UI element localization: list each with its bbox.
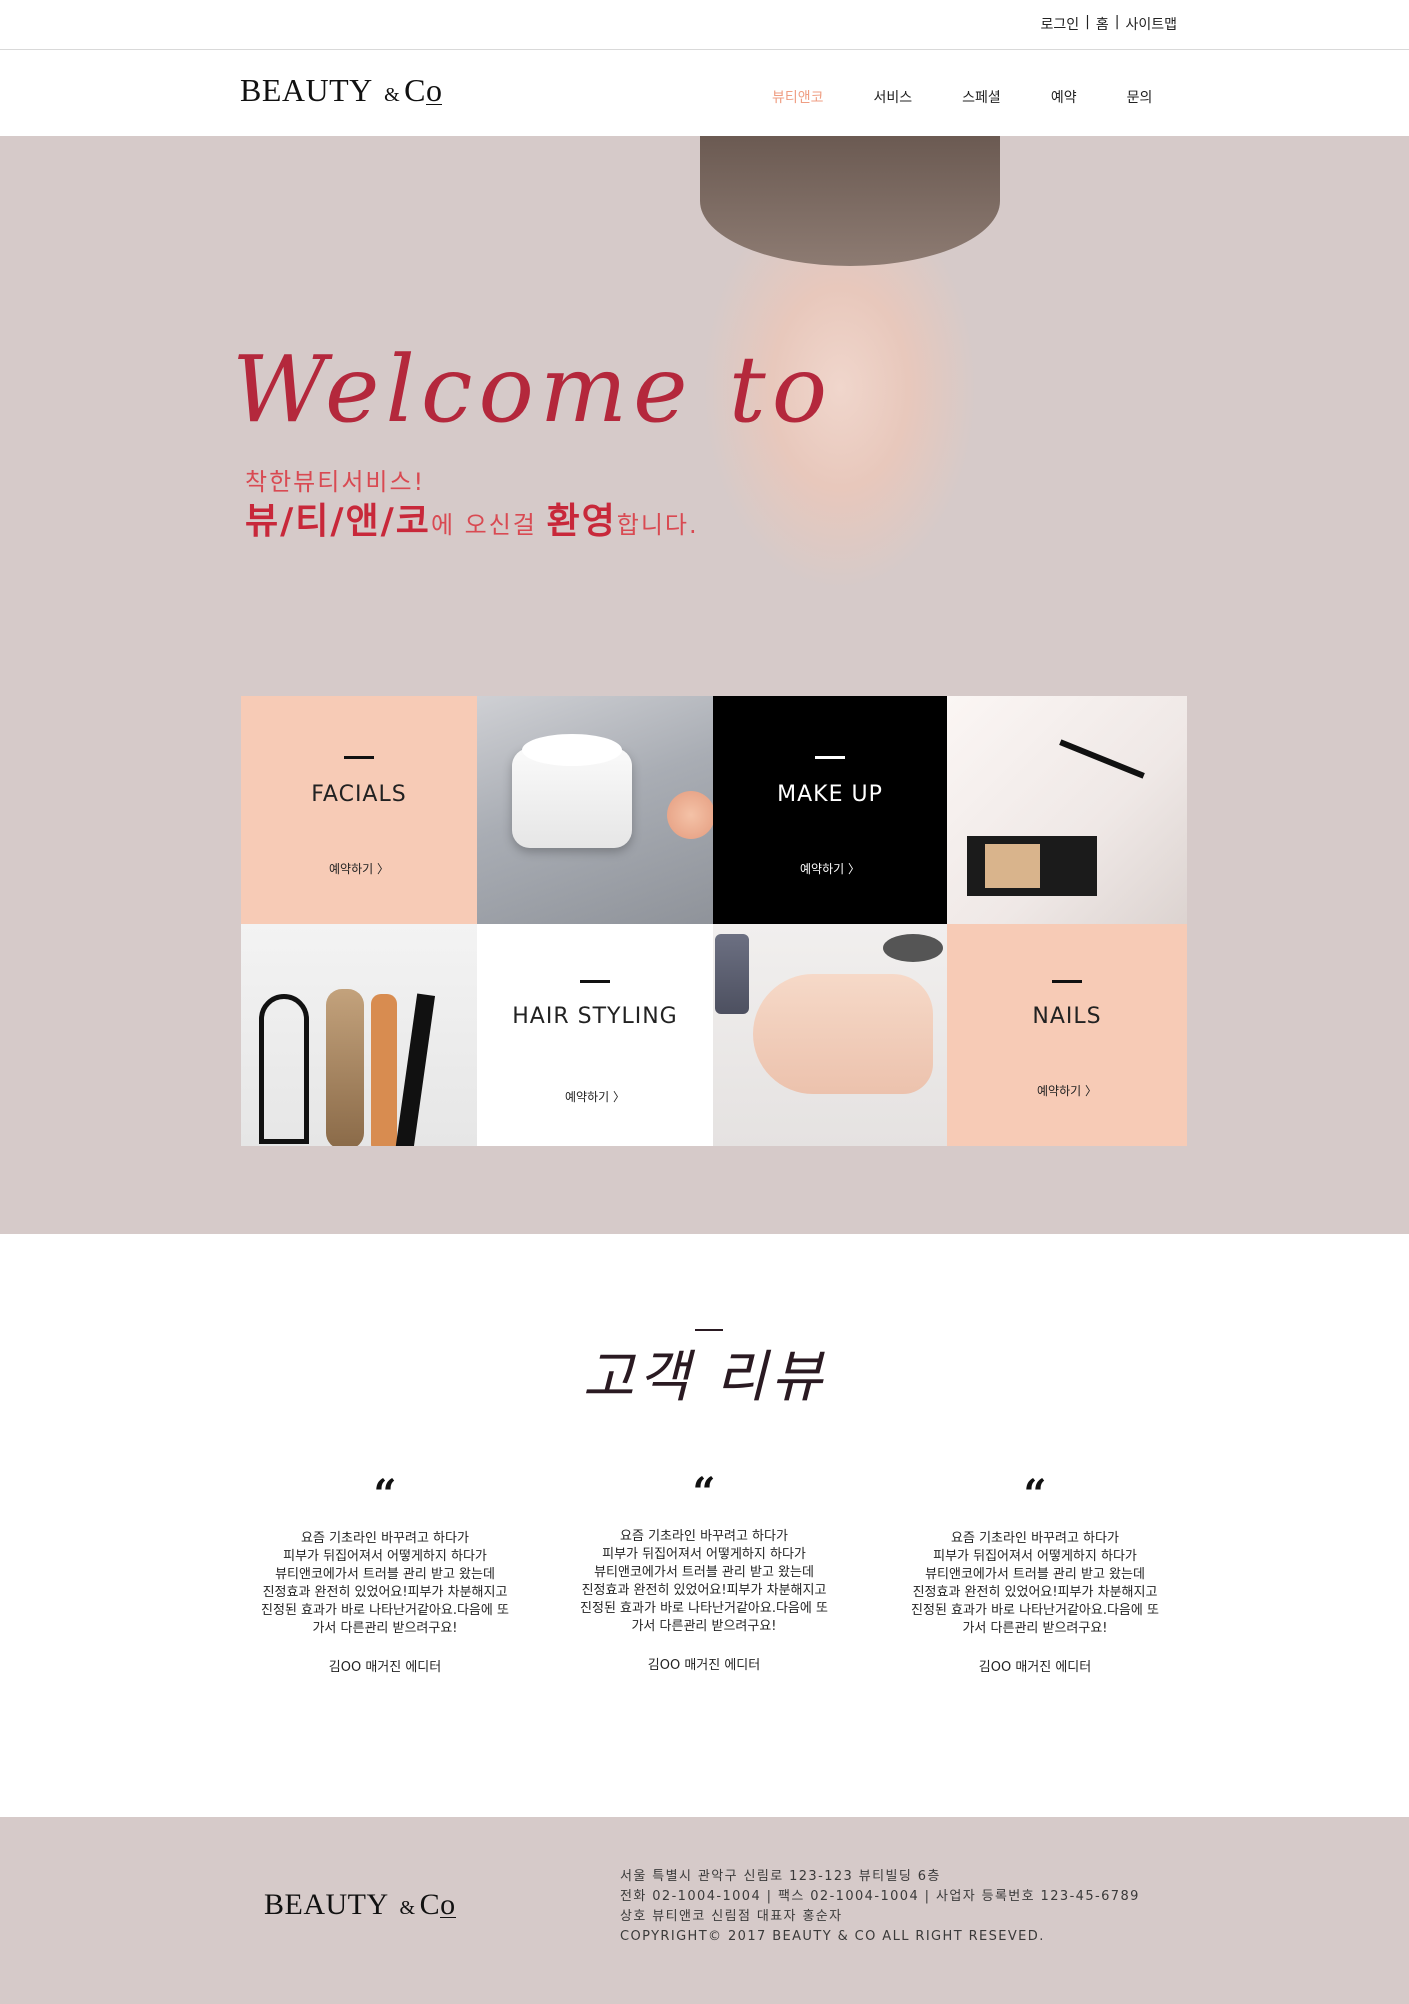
footer-contact: 전화 02-1004-1004 | 팩스 02-1004-1004 | 사업자 … (620, 1889, 1140, 1904)
service-title: NAILS (1032, 1004, 1102, 1029)
service-title: FACIALS (311, 782, 407, 807)
tile-dash (580, 980, 610, 983)
nav-item-inquiry[interactable]: 문의 (1127, 87, 1153, 107)
review-author: 김OO 매거진 에디터 (978, 1660, 1092, 1675)
tile-dash (815, 756, 845, 759)
cream-jar-top (522, 734, 622, 766)
separator: | (1085, 14, 1090, 30)
hero-tagline-end: 합니다. (616, 511, 699, 539)
quote-icon: “ (1023, 1471, 1047, 1518)
quote-icon: “ (373, 1471, 397, 1518)
hero-welcome-script: Welcome to (232, 336, 834, 443)
tile-dash (1052, 980, 1082, 983)
footer-info: 서울 특별시 관악구 신림로 123-123 뷰티빌딩 6층 전화 02-100… (620, 1867, 1140, 1947)
review-card: “ 요즘 기초라인 바꾸려고 하다가 피부가 뒤집어져서 어떻게하지 하다가 뷰… (885, 1460, 1185, 1675)
manicure-photo (713, 924, 947, 1146)
main-nav: 뷰티앤코 서비스 스페셜 예약 문의 (772, 87, 1202, 107)
palette-pan (985, 844, 1040, 888)
hair-tools-photo (241, 924, 477, 1146)
hero-model-hair (700, 136, 1000, 266)
review-text: 요즘 기초라인 바꾸려고 하다가 피부가 뒤집어져서 어떻게하지 하다가 뷰티앤… (261, 1531, 509, 1636)
sitemap-link[interactable]: 사이트맵 (1125, 14, 1177, 34)
logo-amp: & (399, 1897, 416, 1919)
site-header: BEAUTY & Co 뷰티앤코 서비스 스페셜 예약 문의 (0, 50, 1409, 136)
review-author: 김OO 매거진 에디터 (647, 1658, 761, 1673)
spa-stone (883, 934, 943, 962)
logo-o: o (425, 72, 443, 108)
footer-company: 상호 뷰티앤코 신림점 대표자 홍순자 (620, 1909, 843, 1924)
reserve-link[interactable]: 예약하기 〉 (477, 1088, 713, 1105)
logo-amp: & (384, 84, 401, 106)
hairspray-can (326, 989, 364, 1146)
utility-links: 로그인 | 홈 | 사이트맵 (1041, 14, 1178, 34)
logo-c: C (404, 72, 426, 108)
reviews-title: 고객 리뷰 (582, 1345, 827, 1410)
nav-item-services[interactable]: 서비스 (874, 87, 913, 107)
dye-brush (394, 993, 436, 1146)
scissors (259, 994, 309, 1144)
logo-c: C (419, 1888, 441, 1921)
service-title: MAKE UP (777, 782, 883, 807)
makeup-products-photo (947, 696, 1187, 924)
review-card: “ 요즘 기초라인 바꾸려고 하다가 피부가 뒤집어져서 어떻게하지 하다가 뷰… (235, 1460, 535, 1675)
nail-polish-bottle (715, 934, 749, 1014)
reserve-link[interactable]: 예약하기 〉 (241, 860, 477, 877)
cream-jar-photo (477, 696, 713, 924)
eyeshadow-palette (967, 836, 1097, 896)
service-tile-facials[interactable]: FACIALS 예약하기 〉 (241, 696, 477, 924)
service-grid: FACIALS 예약하기 〉 MAKE UP 예약하기 〉 HAIR STYLI… (241, 696, 1187, 1146)
reserve-link[interactable]: 예약하기 〉 (947, 1082, 1187, 1099)
top-utility-bar: 로그인 | 홈 | 사이트맵 (0, 0, 1409, 50)
manicured-hands (753, 974, 933, 1094)
home-link[interactable]: 홈 (1096, 14, 1109, 34)
logo-o: o (440, 1888, 456, 1921)
login-link[interactable]: 로그인 (1041, 14, 1080, 34)
nav-item-beautyandco[interactable]: 뷰티앤코 (772, 87, 824, 107)
site-logo[interactable]: BEAUTY & Co (240, 72, 443, 109)
review-author: 김OO 매거진 에디터 (328, 1660, 442, 1675)
review-card: “ 요즘 기초라인 바꾸려고 하다가 피부가 뒤집어져서 어떻게하지 하다가 뷰… (554, 1458, 854, 1673)
site-footer: BEAUTY & Co 서울 특별시 관악구 신림로 123-123 뷰티빌딩 6… (0, 1817, 1409, 2004)
tile-dash (344, 756, 374, 759)
footer-logo[interactable]: BEAUTY & Co (264, 1888, 456, 1922)
reviews-title-dash (695, 1329, 723, 1331)
nav-item-special[interactable]: 스페셜 (962, 87, 1001, 107)
mascara-brush (1059, 739, 1145, 779)
review-text: 요즘 기초라인 바꾸려고 하다가 피부가 뒤집어져서 어떻게하지 하다가 뷰티앤… (580, 1529, 828, 1634)
separator: | (1114, 14, 1120, 30)
logo-word: BEAUTY (264, 1888, 388, 1921)
logo-word: BEAUTY (240, 72, 372, 108)
service-tile-hair-styling[interactable]: HAIR STYLING 예약하기 〉 (477, 924, 713, 1146)
quote-icon: “ (692, 1469, 716, 1516)
reserve-link[interactable]: 예약하기 〉 (713, 860, 947, 877)
review-text: 요즘 기초라인 바꾸려고 하다가 피부가 뒤집어져서 어떻게하지 하다가 뷰티앤… (911, 1531, 1159, 1636)
service-title: HAIR STYLING (512, 1004, 678, 1029)
hero-tagline-mid: 에 오신걸 (430, 511, 547, 539)
hero-tagline-2: 뷰/티/앤/코에 오신걸 환영합니다. (245, 492, 699, 544)
hero-welcome-emphasis: 환영 (546, 501, 617, 542)
hero-brand-text: 뷰/티/앤/코 (245, 501, 431, 542)
service-tile-makeup[interactable]: MAKE UP 예약하기 〉 (713, 696, 947, 924)
round-brush (371, 994, 397, 1146)
nav-item-reservation[interactable]: 예약 (1051, 87, 1077, 107)
hero-banner: Welcome to 착한뷰티서비스! 뷰/티/앤/코에 오신걸 환영합니다. … (0, 136, 1409, 1234)
service-tile-nails[interactable]: NAILS 예약하기 〉 (947, 924, 1187, 1146)
rose-decoration (667, 791, 713, 839)
footer-address: 서울 특별시 관악구 신림로 123-123 뷰티빌딩 6층 (620, 1869, 941, 1884)
footer-copyright: COPYRIGHT© 2017 BEAUTY & CO ALL RIGHT RE… (620, 1929, 1045, 1944)
